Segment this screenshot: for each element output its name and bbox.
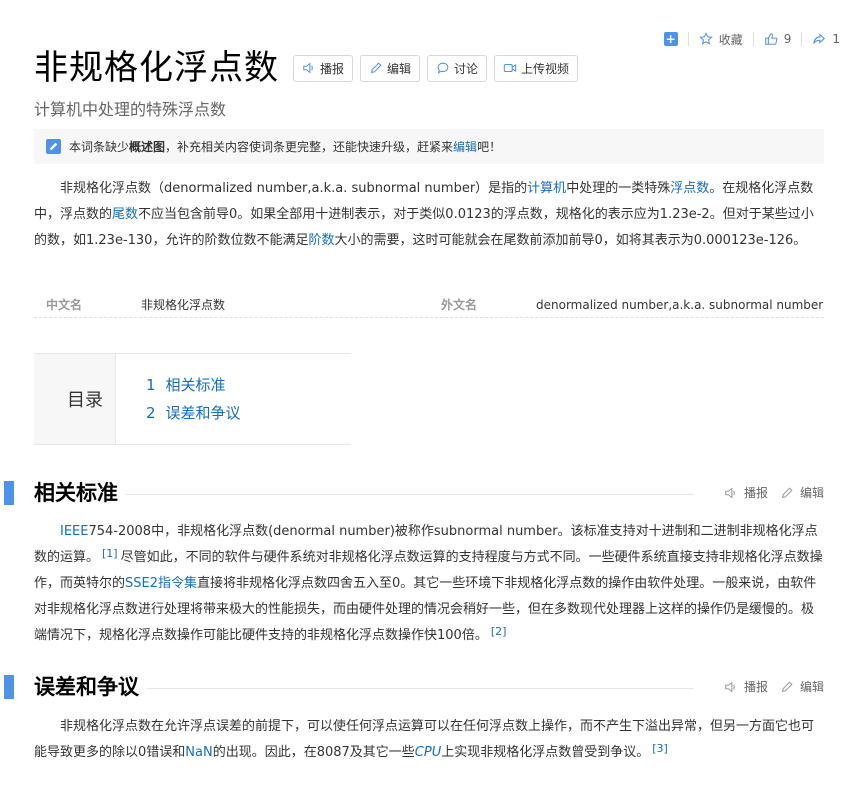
link-ieee[interactable]: IEEE — [60, 524, 88, 539]
section-header-related-standards: 相关标准 播报 编辑 — [0, 479, 850, 507]
reference-2[interactable]: [2] — [491, 625, 507, 638]
link-exponent[interactable]: 阶数 — [308, 233, 334, 248]
share-count: 1 — [832, 32, 840, 46]
title-row: 非规格化浮点数 播报 编辑 讨论 上传视频 — [34, 44, 585, 92]
favorite-label: 收藏 — [718, 32, 743, 47]
link-floating-point[interactable]: 浮点数 — [670, 181, 709, 196]
section-tools: 播报 编辑 — [712, 678, 824, 695]
link-computer[interactable]: 计算机 — [527, 181, 566, 196]
discuss-button[interactable]: 讨论 — [427, 54, 488, 82]
table-of-contents: 目录 1 相关标准 2 误差和争议 — [34, 353, 351, 445]
section-text: 的出现。因此，在8087及其它一些 — [212, 745, 415, 760]
like-button[interactable]: 9 — [754, 30, 802, 48]
summary-text: 非规格化浮点数（denormalized number,a.k.a. subno… — [60, 181, 528, 196]
info-value-foreign-name: denormalized number,a.k.a. subnormal num… — [536, 297, 824, 312]
link-sse2[interactable]: SSE2指令集 — [125, 576, 197, 591]
section-play-button[interactable]: 播报 — [724, 484, 768, 501]
section-text: 上实现非规格化浮点数曾受到争议。 — [441, 745, 650, 760]
summary-text: 大小的需要，这时可能就会在尾数前添加前导0，如将其表示为0.000123e-12… — [334, 233, 807, 248]
section-edit-button[interactable]: 编辑 — [780, 678, 824, 695]
share-icon — [813, 33, 826, 44]
speaker-icon — [303, 62, 313, 74]
section-title: 相关标准 — [34, 479, 126, 507]
speaker-icon — [725, 487, 735, 498]
share-button[interactable]: 1 — [802, 30, 850, 48]
section-title: 误差和争议 — [34, 673, 147, 701]
speaker-icon — [725, 681, 735, 692]
toc-item-number: 2 — [146, 404, 156, 422]
like-count: 9 — [783, 32, 792, 46]
title-buttons: 播报 编辑 讨论 上传视频 — [293, 54, 585, 82]
page-title: 非规格化浮点数 — [34, 48, 279, 88]
link-mantissa[interactable]: 尾数 — [112, 207, 138, 222]
plus-icon: + — [663, 32, 678, 46]
notice-bold: 概述图 — [129, 140, 166, 154]
star-icon — [698, 32, 713, 45]
favorite-button[interactable]: 收藏 — [689, 30, 753, 48]
notice-text-mid: ，补充相关内容使词条更完整，还能快速升级，赶紧来 — [165, 140, 454, 154]
play-audio-button[interactable]: 播报 — [293, 54, 354, 82]
notice-text-pre: 本词条缺少 — [69, 140, 130, 154]
summary-text: 中处理的一类特殊 — [566, 181, 671, 196]
upload-video-button[interactable]: 上传视频 — [494, 54, 579, 82]
toc-item-number: 1 — [146, 376, 156, 394]
toc-item-related-standards[interactable]: 1 相关标准 — [146, 371, 241, 399]
missing-image-notice: 本词条缺少 概述图 ，补充相关内容使词条更完整，还能快速升级，赶紧来 编辑 吧！ — [34, 129, 824, 164]
info-value-chinese-name: 非规格化浮点数 — [141, 298, 226, 312]
page-subtitle: 计算机中处理的特殊浮点数 — [34, 100, 227, 119]
play-label: 播报 — [320, 61, 345, 76]
add-button[interactable]: + — [654, 30, 688, 48]
toc-item-label: 相关标准 — [165, 376, 226, 394]
info-key-foreign-name: 外文名 — [441, 298, 478, 312]
section-play-label: 播报 — [743, 680, 768, 694]
section-divider — [34, 494, 694, 495]
summary-paragraph: 非规格化浮点数（denormalized number,a.k.a. subno… — [34, 176, 824, 254]
section-paragraph-errors-controversy: 非规格化浮点数在允许浮点误差的前提下，可以使任何浮点运算可以在任何浮点数上操作，… — [34, 714, 824, 766]
notice-text-post: 吧！ — [477, 140, 502, 154]
thumbs-up-icon — [764, 33, 778, 45]
basic-info-row: 中文名 非规格化浮点数 外文名 denormalized number,a.k.… — [34, 292, 824, 318]
section-header-errors-controversy: 误差和争议 播报 编辑 — [0, 673, 850, 701]
toc-item-errors-controversy[interactable]: 2 误差和争议 — [146, 399, 241, 427]
section-play-button[interactable]: 播报 — [724, 678, 768, 695]
section-accent-bar — [4, 481, 14, 505]
toc-item-label: 误差和争议 — [165, 404, 241, 422]
reference-1[interactable]: [1] — [102, 547, 118, 560]
info-key-chinese-name: 中文名 — [46, 298, 83, 312]
chat-bubble-icon — [437, 62, 449, 74]
edit-label: 编辑 — [387, 61, 412, 76]
section-play-label: 播报 — [743, 486, 768, 500]
edit-button[interactable]: 编辑 — [360, 54, 421, 82]
toc-list: 1 相关标准 2 误差和争议 — [116, 354, 241, 444]
top-action-bar: + 收藏 9 1 — [654, 30, 850, 48]
section-edit-button[interactable]: 编辑 — [780, 484, 824, 501]
section-edit-label: 编辑 — [799, 680, 824, 694]
section-paragraph-related-standards: IEEE754-2008中，非规格化浮点数(denormal number)被称… — [34, 519, 824, 649]
reference-3[interactable]: [3] — [652, 742, 668, 755]
section-accent-bar — [4, 675, 14, 699]
pencil-icon — [781, 486, 793, 498]
pencil-icon — [781, 680, 793, 692]
video-camera-icon — [503, 63, 517, 73]
notice-edit-link[interactable]: 编辑 — [453, 138, 477, 155]
upload-video-label: 上传视频 — [521, 61, 570, 76]
section-edit-label: 编辑 — [799, 486, 824, 500]
pencil-icon — [371, 62, 382, 74]
discuss-label: 讨论 — [454, 61, 479, 76]
edit-notice-icon — [46, 139, 61, 154]
section-tools: 播报 编辑 — [712, 484, 824, 501]
toc-label: 目录 — [34, 354, 116, 444]
link-cpu[interactable]: CPU — [415, 745, 441, 760]
link-nan[interactable]: NaN — [185, 745, 212, 760]
